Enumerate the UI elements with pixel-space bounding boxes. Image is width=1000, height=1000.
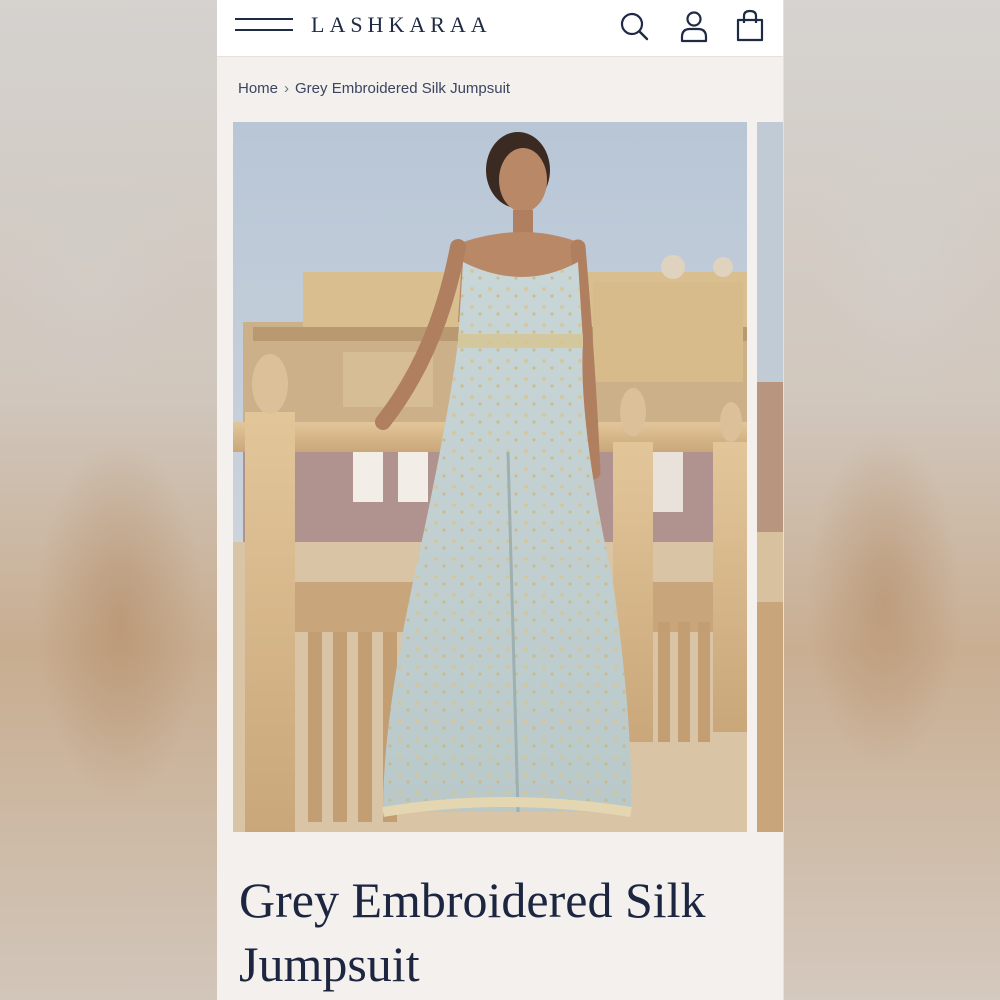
bag-icon[interactable] bbox=[733, 9, 767, 43]
product-image-main[interactable] bbox=[233, 122, 747, 832]
breadcrumb-separator: › bbox=[284, 80, 290, 97]
product-title: Grey Embroidered Silk Jumpsuit bbox=[239, 872, 706, 992]
breadcrumb: Home › Grey Embroidered Silk Jumpsuit bbox=[238, 80, 510, 97]
background-blur-right bbox=[784, 0, 1000, 1000]
next-photo bbox=[757, 122, 783, 832]
product-photo bbox=[233, 122, 747, 832]
background-blur-left bbox=[0, 0, 217, 1000]
brand-logo[interactable]: LASHKARAA bbox=[311, 12, 492, 38]
product-image-next[interactable] bbox=[757, 122, 783, 832]
breadcrumb-current: Grey Embroidered Silk Jumpsuit bbox=[295, 80, 511, 97]
menu-icon[interactable] bbox=[235, 16, 293, 34]
account-icon[interactable] bbox=[677, 9, 711, 43]
search-icon[interactable] bbox=[617, 9, 651, 43]
breadcrumb-home-link[interactable]: Home bbox=[238, 80, 278, 97]
mobile-page: LASHKARAA Home › Grey Embroidered Silk Jum… bbox=[217, 0, 783, 1000]
site-header: LASHKARAA bbox=[217, 0, 783, 57]
